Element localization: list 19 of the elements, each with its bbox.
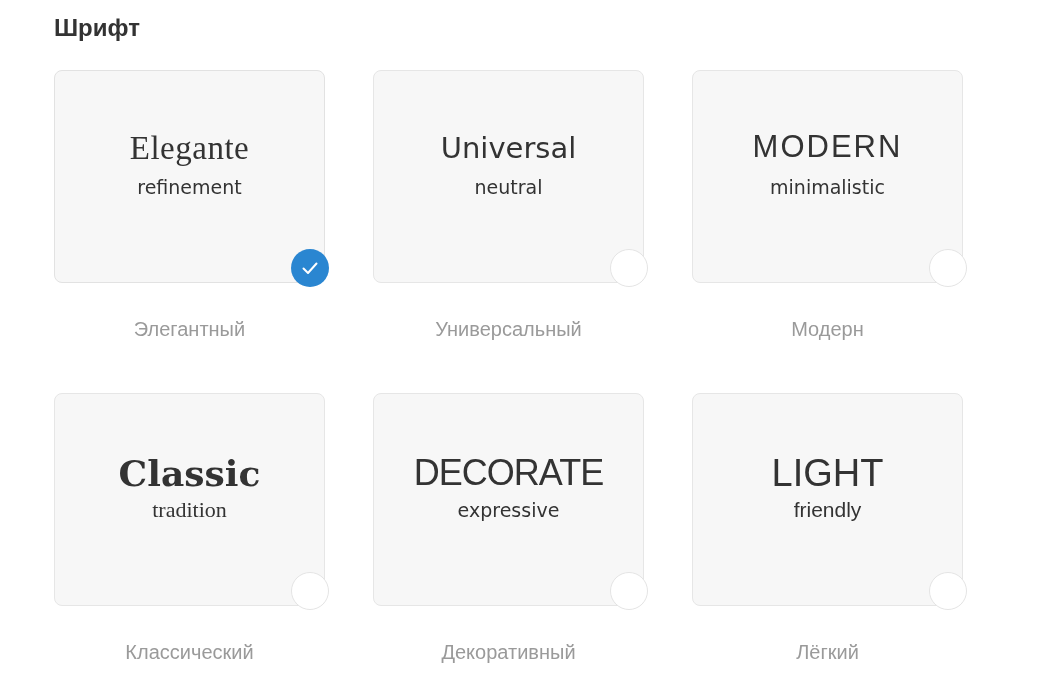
font-option-label: Декоративный [441,640,576,665]
font-sample-caption: tradition [152,496,227,523]
font-sample-text: LIGHT [771,450,884,495]
section-title: Шрифт [54,13,140,43]
font-sample-text: DECORATE [413,450,604,495]
font-option-label: Универсальный [435,317,582,342]
font-sample-text: Universal [440,129,577,167]
font-sample-caption: neutral [474,174,543,200]
font-sample-caption: expressive [457,497,560,523]
font-option-label: Элегантный [133,317,246,342]
font-sample-text: MODERN [752,127,903,166]
font-option-label: Классический [125,640,254,665]
font-option-label: Лёгкий [796,640,859,665]
font-sample-caption: minimalistic [770,174,885,200]
font-sample-text: Elegante [129,128,250,168]
font-sample-text: Classic [118,450,261,495]
font-sample-caption: refinement [137,174,242,200]
font-option-label: Модерн [791,317,864,342]
font-sample-caption: friendly [793,496,862,523]
